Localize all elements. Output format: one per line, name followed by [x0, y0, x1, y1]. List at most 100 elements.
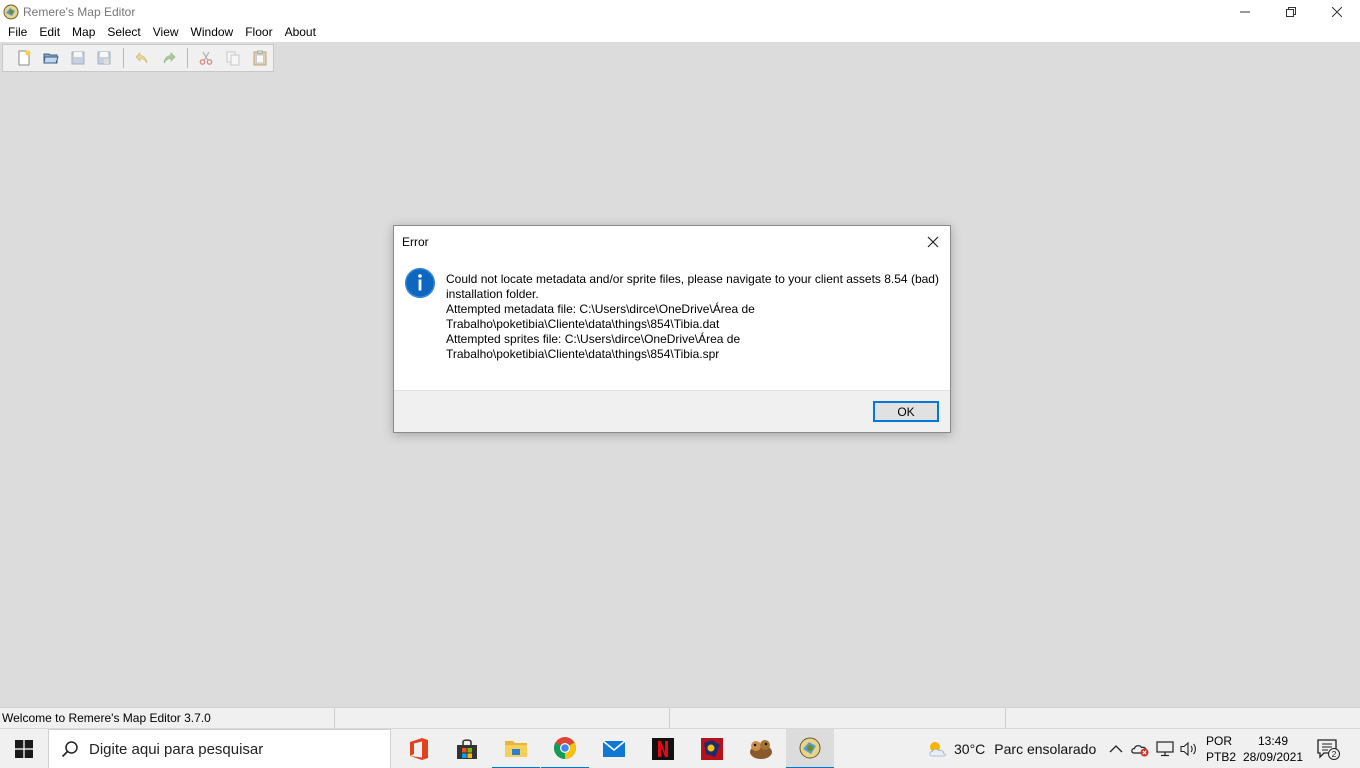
menu-view[interactable]: View	[147, 23, 185, 42]
netflix-icon	[652, 738, 674, 760]
search-placeholder: Digite aqui para pesquisar	[89, 740, 264, 758]
taskbar-app-store[interactable]	[443, 729, 491, 768]
tray-icon-network[interactable]	[1156, 729, 1174, 768]
keyboard-layout: PTB2	[1206, 750, 1237, 764]
open-folder-icon	[43, 53, 59, 64]
undo-button[interactable]	[129, 46, 156, 70]
new-file-button[interactable]	[11, 46, 38, 70]
show-hidden-icons-button[interactable]	[1109, 729, 1123, 768]
menu-bar: File Edit Map Select View Window Floor A…	[0, 23, 1360, 42]
menu-select[interactable]: Select	[101, 23, 146, 42]
menu-edit[interactable]: Edit	[33, 23, 66, 42]
taskbar: Digite aqui para pesquisar 30°C Parc ens…	[0, 728, 1360, 768]
restore-button[interactable]	[1268, 0, 1314, 23]
map-editor-icon	[799, 737, 821, 759]
map-editor-icon	[3, 4, 19, 19]
notification-icon: 2	[1317, 739, 1340, 760]
minimize-icon	[1240, 11, 1250, 12]
mail-icon	[602, 740, 626, 757]
menu-map[interactable]: Map	[66, 23, 101, 42]
window-title: Remere's Map Editor	[23, 4, 136, 19]
notification-count: 2	[1332, 749, 1337, 759]
toolbar-separator	[122, 48, 124, 68]
weather-temperature: 30°C	[954, 741, 986, 757]
undo-icon	[135, 52, 148, 64]
volume-icon	[1180, 741, 1196, 757]
game-icon	[701, 738, 723, 760]
taskbar-app-netflix[interactable]	[639, 729, 687, 768]
toolbar-separator	[187, 48, 188, 68]
weather-widget[interactable]: 30°C Parc ensolarado	[926, 729, 1096, 768]
menu-window[interactable]: Window	[185, 23, 240, 42]
network-icon	[1156, 741, 1174, 757]
restore-icon	[1286, 6, 1296, 17]
error-dialog: Error Could not locate metadata and/or s…	[393, 225, 951, 433]
clock[interactable]: 13:49 28/09/2021	[1242, 733, 1304, 765]
main-toolbar	[2, 44, 274, 72]
minimize-button[interactable]	[1222, 0, 1268, 23]
menu-about[interactable]: About	[279, 23, 322, 42]
weather-description: Parc ensolarado	[994, 741, 1097, 757]
dialog-message-line: Could not locate metadata and/or sprite …	[446, 272, 939, 286]
dialog-message-line: installation folder.	[446, 287, 539, 301]
partly-sunny-icon	[929, 742, 946, 757]
ok-button[interactable]: OK	[873, 401, 939, 422]
open-button[interactable]	[38, 46, 65, 70]
windows-icon	[15, 740, 33, 758]
chevron-up-icon	[1109, 745, 1123, 753]
dialog-message-line: Attempted metadata file: C:\Users\dirce\…	[446, 302, 755, 316]
copy-button[interactable]	[220, 46, 247, 70]
store-icon	[457, 739, 477, 759]
dialog-title: Error	[402, 235, 429, 249]
menu-floor[interactable]: Floor	[239, 23, 278, 42]
taskbar-search[interactable]: Digite aqui para pesquisar	[48, 729, 391, 768]
save-icon	[71, 51, 85, 65]
save-as-button[interactable]	[91, 46, 118, 70]
taskbar-app-office[interactable]	[395, 729, 443, 768]
dialog-message-line: Attempted sprites file: C:\Users\dirce\O…	[446, 332, 741, 346]
clock-time: 13:49	[1257, 734, 1289, 748]
tray-icon-onedrive[interactable]	[1131, 729, 1151, 768]
taskbar-app-game-2[interactable]	[737, 729, 785, 768]
game-icon-2	[750, 740, 772, 759]
notification-center-button[interactable]: 2	[1316, 738, 1340, 760]
status-pane-3	[670, 708, 1006, 728]
info-icon	[405, 268, 435, 298]
copy-icon	[226, 51, 240, 66]
status-pane-2	[335, 708, 670, 728]
status-pane-4	[1006, 708, 1360, 728]
cut-icon	[199, 51, 213, 65]
search-icon	[61, 741, 78, 758]
redo-button[interactable]	[155, 46, 182, 70]
file-explorer-icon	[505, 741, 527, 757]
chrome-icon	[554, 737, 576, 759]
dialog-message: Could not locate metadata and/or sprite …	[446, 272, 941, 362]
status-bar: Welcome to Remere's Map Editor 3.7.0	[0, 707, 1360, 728]
dialog-message-line: Trabalho\poketibia\Cliente\data\things\8…	[446, 347, 720, 361]
save-as-icon	[97, 51, 111, 65]
save-button[interactable]	[64, 46, 91, 70]
onedrive-error-icon	[1131, 745, 1149, 757]
tray-icon-volume[interactable]	[1180, 729, 1198, 768]
title-bar: Remere's Map Editor	[0, 0, 1360, 23]
redo-icon	[163, 52, 176, 64]
clock-date: 28/09/2021	[1242, 750, 1304, 764]
close-button[interactable]	[1314, 0, 1360, 23]
paste-button[interactable]	[246, 46, 273, 70]
taskbar-app-chrome[interactable]	[541, 729, 589, 768]
start-button[interactable]	[0, 729, 48, 768]
language-code: POR	[1206, 734, 1233, 748]
dialog-close-button[interactable]	[922, 231, 944, 253]
new-file-icon	[18, 50, 31, 66]
cut-button[interactable]	[193, 46, 220, 70]
window-controls	[1222, 0, 1360, 23]
close-icon	[927, 236, 939, 248]
taskbar-app-file-explorer[interactable]	[492, 729, 540, 768]
taskbar-app-map-editor[interactable]	[786, 729, 834, 768]
close-icon	[1332, 6, 1342, 17]
menu-file[interactable]: File	[2, 23, 33, 42]
input-language[interactable]: POR PTB2	[1206, 733, 1236, 765]
office-icon	[410, 738, 428, 760]
taskbar-app-mail[interactable]	[590, 729, 638, 768]
taskbar-app-game[interactable]	[688, 729, 736, 768]
